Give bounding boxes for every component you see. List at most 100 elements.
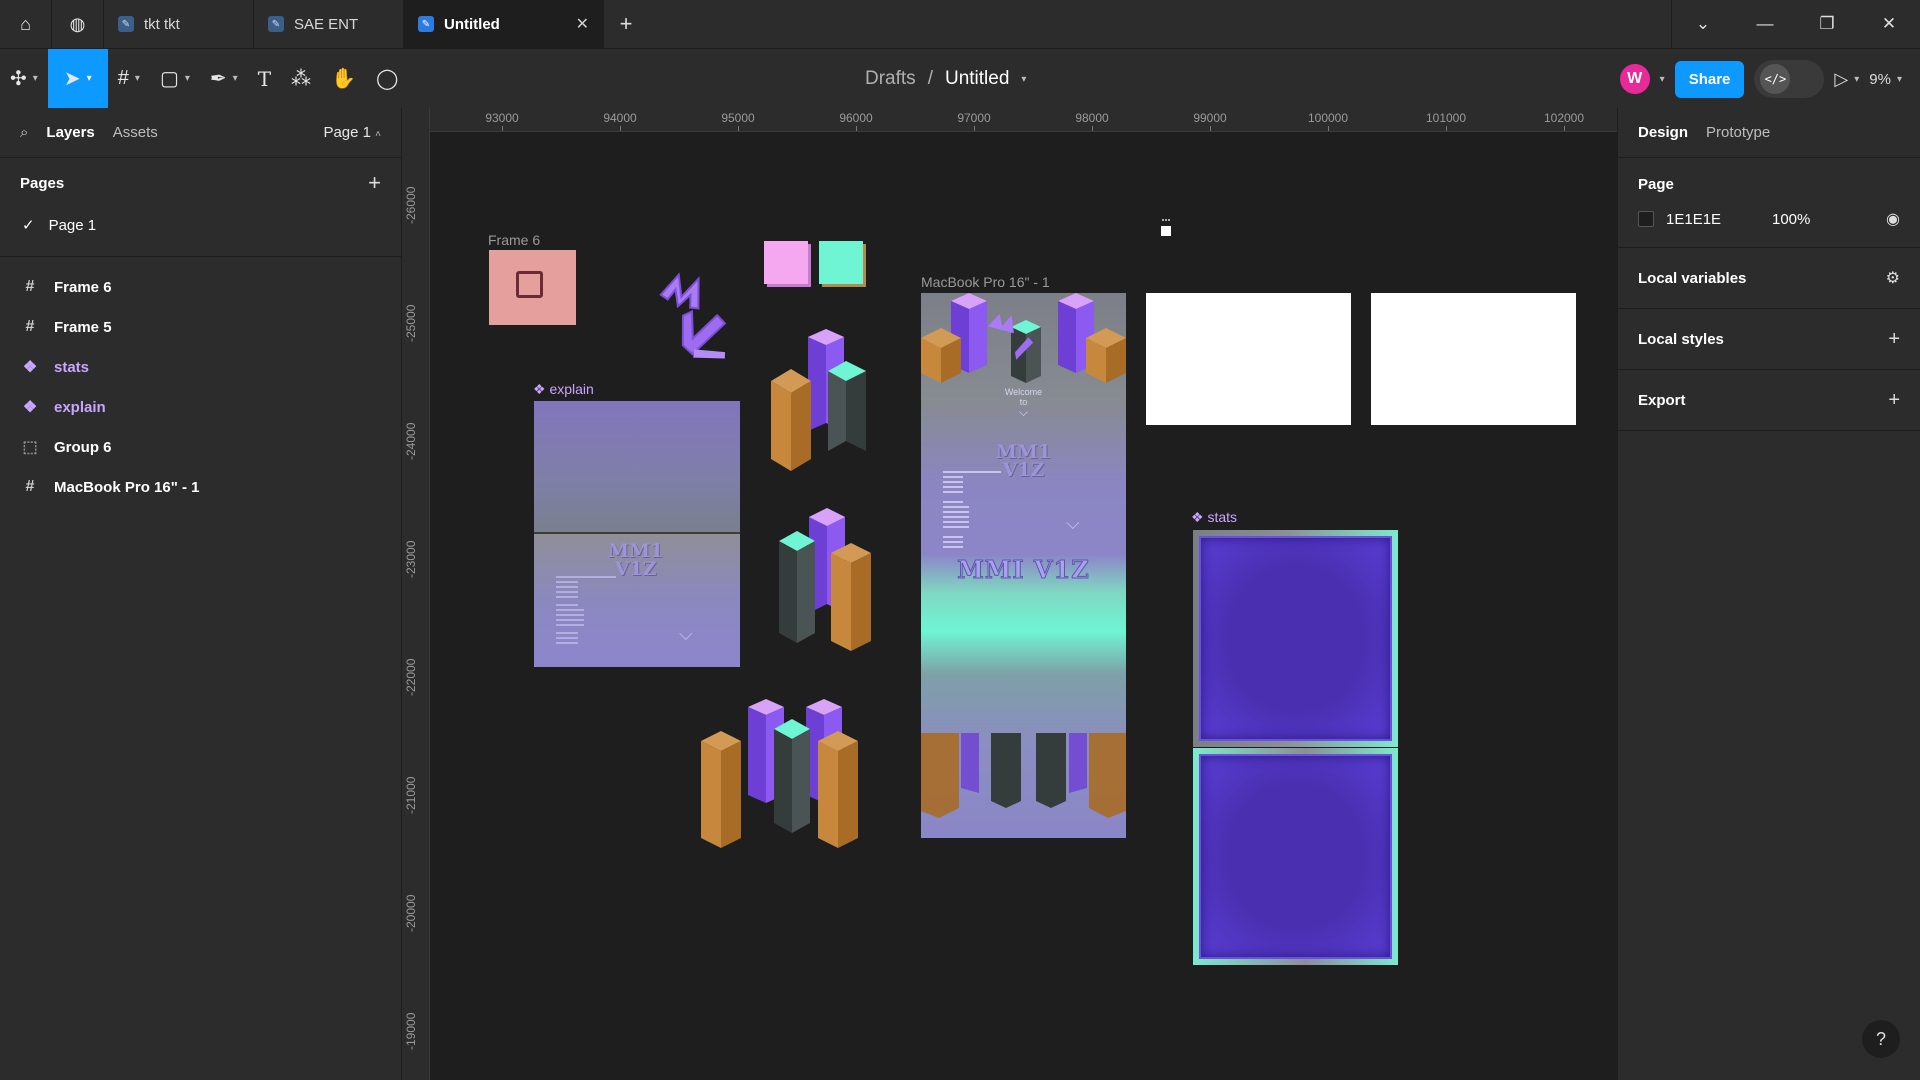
hand-tool-button[interactable]: ✋ [321,49,366,109]
white-frame-2[interactable] [1371,293,1576,425]
page-opacity-value[interactable]: 100% [1772,211,1810,228]
tab-prototype[interactable]: Prototype [1706,124,1770,141]
chevron-down-icon[interactable]: ⌄ [1672,0,1734,48]
figma-file-icon: ✎ [418,16,434,32]
avatar[interactable]: W [1619,64,1650,94]
ruler-tick [502,126,503,131]
share-button[interactable]: Share [1674,60,1745,98]
isometric-bars-group-2[interactable] [771,503,881,663]
tab-label: SAE ENT [294,15,359,33]
ruler-tick [1446,126,1447,131]
resources-button[interactable]: ⁂ [281,49,321,109]
chevron-down-icon: ▾ [1854,73,1860,85]
stats-card-inner [1199,754,1392,959]
restore-icon[interactable]: ❐ [1796,0,1858,48]
new-tab-plus-icon[interactable]: + [604,0,648,48]
figma-logo-icon: ✣ [10,68,27,90]
main-menu-button[interactable]: ✣ ▾ [0,49,48,109]
comment-tool-button[interactable]: ◯ [366,49,408,109]
present-button[interactable]: ▷ ▾ [1834,69,1859,90]
move-tool-button[interactable]: ➤ ▾ [47,48,108,109]
checkmark-icon: ✓ [22,217,35,234]
file-name-button[interactable]: Untitled [945,68,1009,90]
stats-card-inner [1199,536,1392,741]
top-bars-decoration [921,293,1126,383]
explain-component[interactable]: MM1 V1Z ⌵ [534,401,740,667]
tab-untitled[interactable]: ✎ Untitled ✕ [404,0,604,48]
explain-component-label[interactable]: ❖ explain [533,381,594,398]
breadcrumb-drafts-link[interactable]: Drafts [865,68,916,90]
dev-mode-toggle[interactable]: </> [1754,60,1825,98]
ruler-label: -20000 [404,894,418,932]
layer-macbook-pro[interactable]: # MacBook Pro 16" - 1 [0,467,401,507]
ruler-label: 101000 [1425,111,1467,125]
page-item-page-1[interactable]: ✓ Page 1 [0,208,401,242]
isometric-bars-group-1[interactable] [766,321,876,471]
layer-frame-5[interactable]: # Frame 5 [0,307,401,347]
community-globe-icon[interactable]: ◍ [52,0,104,48]
white-frame-1[interactable] [1146,293,1351,425]
pages-title: Pages [20,174,65,192]
chevron-down-icon[interactable]: ▾ [1021,74,1026,85]
page-selector-label: Page 1 [323,124,371,141]
layer-label: Frame 6 [54,278,112,296]
tab-assets[interactable]: Assets [113,124,158,141]
frame-tool-button[interactable]: # ▾ [108,49,150,109]
add-export-plus-icon[interactable]: + [1888,389,1900,412]
chevron-down-icon: ⌵ [679,624,693,644]
zoom-menu[interactable]: 9% ▾ [1869,71,1902,88]
pink-square-shape[interactable] [764,241,808,284]
stats-component[interactable] [1193,530,1398,965]
chevron-down-icon: ▾ [32,73,38,84]
ruler-label: -25000 [404,304,418,342]
layer-group-6[interactable]: ⬚ Group 6 [0,427,401,467]
shape-tool-button[interactable]: ▢ ▾ [150,49,200,109]
page-color-swatch[interactable] [1638,211,1654,227]
isometric-bars-group-3[interactable] [696,693,866,853]
teal-square-shape[interactable] [819,241,863,284]
add-style-plus-icon[interactable]: + [1888,328,1900,351]
stats-card-1 [1193,530,1398,747]
toolbar-right: W ▾ Share </> ▷ ▾ 9% ▾ [1619,49,1920,109]
rectangle-icon: ▢ [159,68,179,90]
code-brackets-icon: </> [1760,64,1791,94]
pen-tool-button[interactable]: ✒ ▾ [200,49,248,109]
export-row[interactable]: Export + [1618,370,1920,431]
small-white-square[interactable] [1161,226,1171,236]
page-selector[interactable]: Page 1 ˄ [323,124,381,141]
mmi-viz-3d-logo[interactable] [646,268,746,363]
home-icon[interactable]: ⌂ [0,0,52,48]
page-section: Page 1E1E1E 100% ◉ [1618,158,1920,248]
variables-sliders-icon[interactable]: ⚙ [1886,268,1900,288]
text-tool-button[interactable]: T [248,49,281,109]
minimize-icon[interactable]: — [1734,0,1796,48]
tab-layers[interactable]: Layers [46,124,94,141]
search-icon[interactable]: ⌕ [20,124,28,141]
stats-component-label[interactable]: ❖ stats [1191,509,1237,526]
tiny-text-block [556,576,616,644]
tab-tkt-tkt[interactable]: ✎ tkt tkt [104,0,254,48]
ruler-label: -26000 [404,186,418,224]
frame-6[interactable] [489,250,576,325]
layer-frame-6[interactable]: # Frame 6 [0,267,401,307]
layer-explain[interactable]: ❖ explain [0,387,401,427]
help-question-icon[interactable]: ? [1862,1020,1900,1058]
design-canvas[interactable]: Frame 6 ❖ explain MM1 V1Z ⌵ MacBook Pro … [431,133,1617,1080]
chevron-down-icon[interactable]: ▾ [1660,74,1665,85]
frame-6-label[interactable]: Frame 6 [488,232,540,248]
macbook-frame-label[interactable]: MacBook Pro 16" - 1 [921,274,1050,290]
eye-visibility-icon[interactable]: ◉ [1886,209,1900,229]
add-page-plus-icon[interactable]: + [368,170,381,196]
tab-design[interactable]: Design [1638,124,1688,141]
macbook-pro-frame[interactable]: Welcome to ⌵ MM1 V1Z ⌵ MMI V1Z [921,293,1126,838]
local-styles-row[interactable]: Local styles + [1618,309,1920,370]
close-window-icon[interactable]: ✕ [1858,0,1920,48]
ruler-tick [974,126,975,131]
ruler-tick [1564,126,1565,131]
tab-sae-ent[interactable]: ✎ SAE ENT [254,0,404,48]
layer-stats[interactable]: ❖ stats [0,347,401,387]
close-tab-icon[interactable]: ✕ [576,14,589,34]
local-variables-row[interactable]: Local variables ⚙ [1618,248,1920,309]
component-icon: ❖ [22,399,38,416]
page-color-value[interactable]: 1E1E1E [1666,211,1746,228]
